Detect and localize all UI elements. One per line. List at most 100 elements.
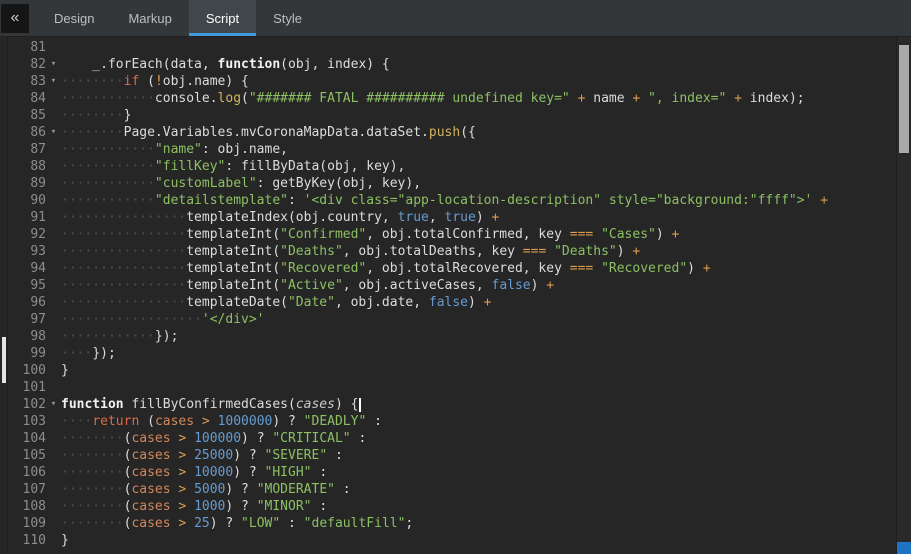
line-number: 107 <box>8 481 46 498</box>
code-text: ················templateIndex(obj.countr… <box>61 209 896 226</box>
fold-spacer <box>46 532 61 549</box>
panel-resize-rail[interactable] <box>0 37 8 554</box>
code-line[interactable]: 99····}); <box>8 345 896 362</box>
tab-style[interactable]: Style <box>256 0 319 36</box>
line-number: 103 <box>8 413 46 430</box>
line-number: 85 <box>8 107 46 124</box>
code-line[interactable]: 85········} <box>8 107 896 124</box>
code-text: ············}); <box>61 328 896 345</box>
fold-spacer <box>46 345 61 362</box>
fold-toggle-icon[interactable]: ▾ <box>46 124 61 141</box>
code-line[interactable]: 102▾function fillByConfirmedCases(cases)… <box>8 396 896 413</box>
fold-spacer <box>46 311 61 328</box>
line-number: 110 <box>8 532 46 549</box>
vertical-scrollbar[interactable] <box>896 37 911 554</box>
code-line[interactable]: 81 <box>8 39 896 56</box>
fold-spacer <box>46 481 61 498</box>
fold-toggle-icon[interactable]: ▾ <box>46 56 61 73</box>
tab-script[interactable]: Script <box>189 0 256 36</box>
line-number: 84 <box>8 90 46 107</box>
code-text: ··················'</div>' <box>61 311 896 328</box>
script-editor-window: « Design Markup Script Style 8182▾ _.for… <box>0 0 911 554</box>
code-line[interactable]: 93················templateInt("Deaths", … <box>8 243 896 260</box>
line-number: 94 <box>8 260 46 277</box>
code-line[interactable]: 91················templateIndex(obj.coun… <box>8 209 896 226</box>
fold-spacer <box>46 39 61 56</box>
code-text: ········(cases > 10000) ? "HIGH" : <box>61 464 896 481</box>
line-number: 87 <box>8 141 46 158</box>
code-line[interactable]: 86▾········Page.Variables.mvCoronaMapDat… <box>8 124 896 141</box>
line-number: 102 <box>8 396 46 413</box>
line-number: 109 <box>8 515 46 532</box>
code-line[interactable]: 90············"detailstemplate": '<div c… <box>8 192 896 209</box>
scrollbar-thumb[interactable] <box>899 45 909 153</box>
code-text: ········(cases > 100000) ? "CRITICAL" : <box>61 430 896 447</box>
line-number: 95 <box>8 277 46 294</box>
code-line[interactable]: 96 ················templateDate("Date", o… <box>8 294 896 311</box>
collapse-panel-button[interactable]: « <box>1 4 29 33</box>
line-number: 98 <box>8 328 46 345</box>
code-text: ········Page.Variables.mvCoronaMapData.d… <box>61 124 896 141</box>
fold-spacer <box>46 243 61 260</box>
code-line[interactable]: 94················templateInt("Recovered… <box>8 260 896 277</box>
line-number: 104 <box>8 430 46 447</box>
code-text: ················templateDate("Date", obj… <box>61 294 896 311</box>
code-line[interactable]: 108········(cases > 1000) ? "MINOR" : <box>8 498 896 515</box>
code-line[interactable]: 95················templateInt("Active", … <box>8 277 896 294</box>
code-line[interactable]: 110} <box>8 532 896 549</box>
code-text: } <box>61 362 896 379</box>
line-number: 101 <box>8 379 46 396</box>
code-line[interactable]: 83▾········if (!obj.name) { <box>8 73 896 90</box>
code-line[interactable]: 106········(cases > 10000) ? "HIGH" : <box>8 464 896 481</box>
fold-spacer <box>46 192 61 209</box>
code-line[interactable]: 84············console.log("####### FATAL… <box>8 90 896 107</box>
tab-design[interactable]: Design <box>37 0 111 36</box>
code-line[interactable]: 105········(cases > 25000) ? "SEVERE" : <box>8 447 896 464</box>
code-text: ················templateInt("Deaths", ob… <box>61 243 896 260</box>
fold-spacer <box>46 277 61 294</box>
text-cursor <box>359 398 361 412</box>
code-line[interactable]: 87 ············"name": obj.name, <box>8 141 896 158</box>
code-line[interactable]: 98 ············}); <box>8 328 896 345</box>
line-number: 81 <box>8 39 46 56</box>
code-line[interactable]: 92················templateInt("Confirmed… <box>8 226 896 243</box>
code-text: ····return (cases > 1000000) ? "DEADLY" … <box>61 413 896 430</box>
fold-toggle-icon[interactable]: ▾ <box>46 73 61 90</box>
tab-bar: « Design Markup Script Style <box>0 0 911 37</box>
panel-resize-handle[interactable] <box>2 337 6 383</box>
code-line[interactable]: 103 ····return (cases > 1000000) ? "DEADL… <box>8 413 896 430</box>
line-number: 108 <box>8 498 46 515</box>
code-text: ········(cases > 25) ? "LOW" : "defaultF… <box>61 515 896 532</box>
line-number: 92 <box>8 226 46 243</box>
code-line[interactable]: 109 ········(cases > 25) ? "LOW" : "defau… <box>8 515 896 532</box>
code-text: } <box>61 532 896 549</box>
fold-spacer <box>46 209 61 226</box>
code-line[interactable]: 89············"customLabel": getByKey(ob… <box>8 175 896 192</box>
code-text <box>61 39 896 56</box>
code-line[interactable]: 104 ········(cases > 100000) ? "CRITICAL"… <box>8 430 896 447</box>
code-line[interactable]: 101 <box>8 379 896 396</box>
fold-spacer <box>46 90 61 107</box>
code-line[interactable]: 88············"fillKey": fillByData(obj,… <box>8 158 896 175</box>
code-text: ····}); <box>61 345 896 362</box>
code-text: ········(cases > 5000) ? "MODERATE" : <box>61 481 896 498</box>
scrollbar-corner-indicator <box>897 542 911 554</box>
line-number: 100 <box>8 362 46 379</box>
fold-spacer <box>46 379 61 396</box>
code-text: ············"name": obj.name, <box>61 141 896 158</box>
fold-spacer <box>46 158 61 175</box>
line-number: 97 <box>8 311 46 328</box>
code-line[interactable]: 82▾ _.forEach(data, function(obj, index)… <box>8 56 896 73</box>
fold-toggle-icon[interactable]: ▾ <box>46 396 61 413</box>
fold-spacer <box>46 413 61 430</box>
fold-spacer <box>46 141 61 158</box>
code-line[interactable]: 107 ········(cases > 5000) ? "MODERATE" : <box>8 481 896 498</box>
code-text: _.forEach(data, function(obj, index) { <box>61 56 896 73</box>
code-line[interactable]: 97 ··················'</div>' <box>8 311 896 328</box>
code-area[interactable]: 8182▾ _.forEach(data, function(obj, inde… <box>8 37 896 554</box>
code-text: ············"customLabel": getByKey(obj,… <box>61 175 896 192</box>
tab-markup[interactable]: Markup <box>111 0 188 36</box>
code-line[interactable]: 100} <box>8 362 896 379</box>
line-number: 96 <box>8 294 46 311</box>
line-number: 82 <box>8 56 46 73</box>
